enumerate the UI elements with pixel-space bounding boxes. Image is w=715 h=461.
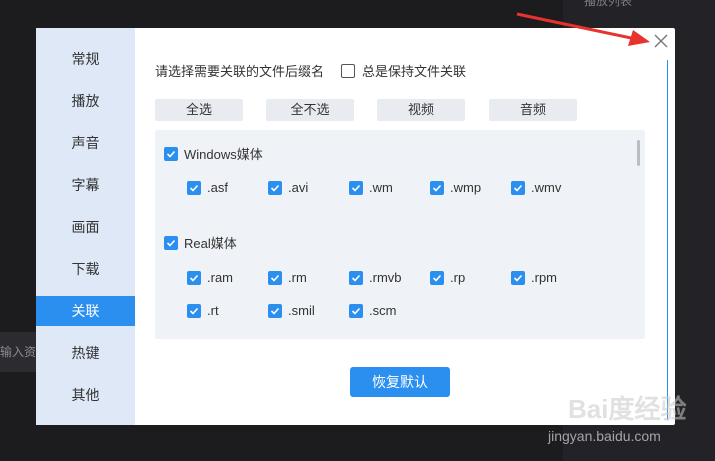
watermark-url: jingyan.baidu.com [548,428,661,444]
watermark-logo: Bai度经验 [568,394,687,424]
